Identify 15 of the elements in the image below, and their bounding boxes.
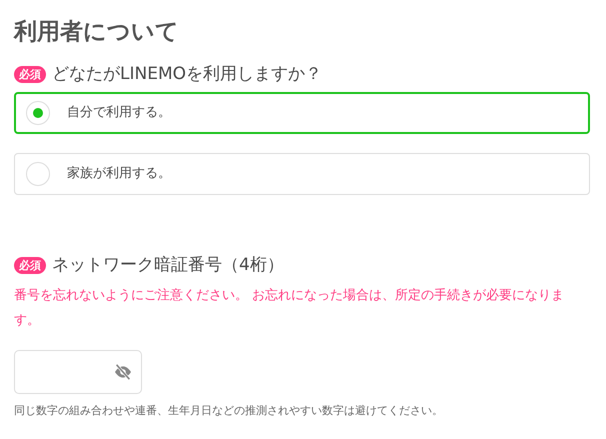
radio-button[interactable] bbox=[26, 101, 50, 125]
required-badge: 必須 bbox=[14, 66, 46, 82]
pin-input-field[interactable] bbox=[14, 350, 142, 394]
option-label: 自分で利用する。 bbox=[67, 104, 171, 122]
radio-button[interactable] bbox=[26, 162, 50, 186]
question-label: ネットワーク暗証番号（4桁） bbox=[52, 254, 284, 277]
hint-text: 同じ数字の組み合わせや連番、生年月日などの推測されやすい数字は避けてください。 bbox=[14, 403, 444, 419]
hidden-eye-icon[interactable] bbox=[113, 364, 133, 380]
question-label: どなたがLINEMOを利用しますか？ bbox=[52, 63, 322, 86]
radio-option[interactable]: 自分で利用する。 bbox=[14, 92, 590, 134]
section-title: 利用者について bbox=[14, 18, 180, 47]
radio-option[interactable]: 家族が利用する。 bbox=[14, 153, 590, 195]
required-badge: 必須 bbox=[14, 256, 46, 274]
option-label: 家族が利用する。 bbox=[67, 165, 171, 184]
warning-notice: 番号を忘れないようにご注意ください。 お忘れになった場合は、所定の手続きが必要になります。 bbox=[14, 287, 566, 330]
